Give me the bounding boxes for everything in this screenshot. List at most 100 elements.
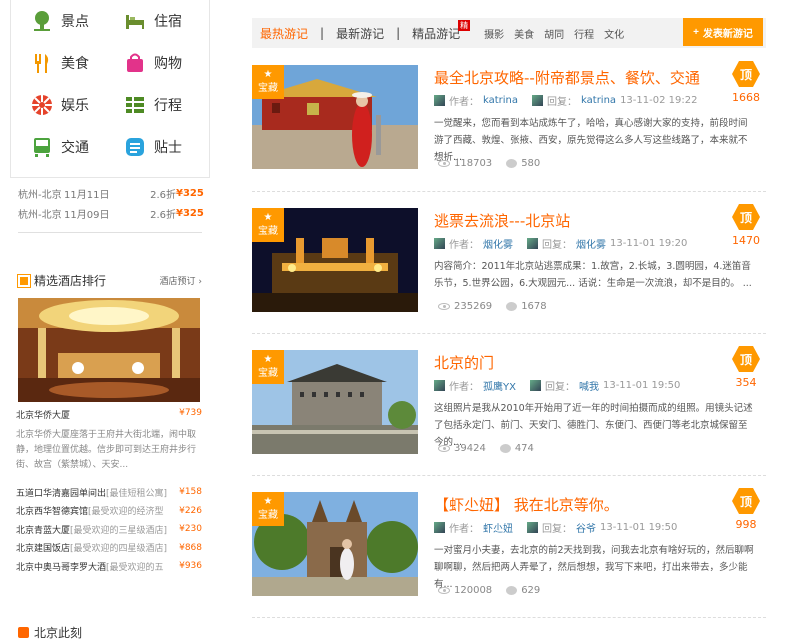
hotel-featured-row[interactable]: 北京华侨大厦 ¥739 <box>16 408 202 421</box>
upvote-button[interactable]: 顶 <box>732 346 760 372</box>
treasure-ribbon: ★ 宝藏 <box>252 208 284 242</box>
post-travelogue-label: 发表新游记 <box>702 28 753 40</box>
travelogue-post: ★ 宝藏 最全北京攻略--附帝都景点、餐饮、交通 顶 1668 作者： katri… <box>252 61 766 205</box>
filter-hutong[interactable]: 胡同 <box>544 26 564 41</box>
plus-icon: + <box>693 26 699 38</box>
post-stats: 235269 1678 <box>438 301 547 312</box>
post-title[interactable]: 【虾尐妞】 我在北京等你。 <box>434 494 619 515</box>
category-lodging[interactable]: 住宿 <box>124 10 182 32</box>
flight-row[interactable]: 杭州-北京 11月11日 2.6折 ¥325 <box>18 183 204 203</box>
category-food[interactable]: 美食 <box>31 52 89 74</box>
upvote-button[interactable]: 顶 <box>732 488 760 514</box>
filter-photography[interactable]: 摄影 <box>484 26 504 41</box>
post-divider <box>252 191 766 192</box>
author-link[interactable]: 孤鹰YX <box>483 378 516 393</box>
tab-featured-label: 精品游记 <box>412 26 461 41</box>
comment-icon <box>506 586 518 595</box>
flight-discount: 2.6折 <box>150 209 176 221</box>
upvote-button[interactable]: 顶 <box>732 204 760 230</box>
hotel-featured-image[interactable] <box>18 298 200 402</box>
hotel-list-item[interactable]: 北京西华智德宾馆[最受欢迎的经济型 ¥226 <box>16 502 202 521</box>
flight-deals: 杭州-北京 11月11日 2.6折 ¥325 杭州-北京 11月09日 2.6折… <box>18 183 204 223</box>
hotel-featured-name: 北京华侨大厦 <box>16 411 71 421</box>
filter-itinerary[interactable]: 行程 <box>574 26 594 41</box>
divider <box>18 232 202 233</box>
post-thumbnail[interactable]: ★ 宝藏 <box>252 350 418 454</box>
hotel-price: ¥226 <box>179 505 202 516</box>
treasure-label: 宝藏 <box>258 83 278 94</box>
list-icon <box>126 97 144 113</box>
post-travelogue-button[interactable]: + 发表新游记 <box>683 18 763 46</box>
author-link[interactable]: 虾尐妞 <box>483 520 513 535</box>
hotel-lobby-photo <box>18 298 200 402</box>
hotel-featured-price: ¥739 <box>179 408 202 418</box>
replier-link[interactable]: 谷爷 <box>576 520 596 535</box>
hotel-list-item[interactable]: 北京建国饭店[最受欢迎的四星级酒店] ¥868 <box>16 539 202 558</box>
tab-hottest[interactable]: 最热游记 <box>260 25 308 42</box>
upvote-count: 998 <box>735 518 757 531</box>
category-shopping[interactable]: 购物 <box>124 52 182 74</box>
post-title[interactable]: 北京的门 <box>434 352 494 373</box>
post-divider <box>252 617 766 618</box>
author-link[interactable]: 烟化雾 <box>483 236 513 251</box>
tree-icon <box>34 11 50 31</box>
flight-date: 11月11日 <box>64 189 110 201</box>
upvote-count: 1668 <box>732 91 760 104</box>
author-label: 作者： <box>449 97 479 108</box>
tab-separator: | <box>320 26 325 40</box>
post-thumbnail[interactable]: ★ 宝藏 <box>252 208 418 312</box>
shopping-bag-icon <box>127 53 143 72</box>
category-label: 住宿 <box>154 14 182 30</box>
hotel-ranking-header: 精选酒店排行 酒店预订 › <box>17 272 202 289</box>
comment-icon <box>506 159 518 168</box>
eye-icon <box>438 303 450 310</box>
category-tips[interactable]: 贴士 <box>124 136 182 158</box>
comment-count: 474 <box>514 443 534 454</box>
replier-link[interactable]: katrina <box>581 95 616 106</box>
beijing-now-header: 北京此刻 <box>18 624 82 641</box>
replier-link[interactable]: 烟化雾 <box>576 236 606 251</box>
post-stats: 120008 629 <box>438 585 540 596</box>
category-itinerary[interactable]: 行程 <box>124 94 182 116</box>
hotel-list-item[interactable]: 北京中奥马哥孛罗大酒[最受欢迎的五 ¥936 <box>16 557 202 576</box>
hotel-tag: [最受欢迎的经济型 <box>88 507 164 518</box>
train-icon <box>34 138 50 157</box>
hotel-icon <box>17 273 31 288</box>
travelogue-post: ★ 宝藏 北京的门 顶 354 作者： 孤鹰YX 回复： 喊我 13-11-01 … <box>252 346 766 490</box>
treasure-ribbon: ★ 宝藏 <box>252 350 284 384</box>
author-link[interactable]: katrina <box>483 95 518 106</box>
category-label: 美食 <box>61 56 89 72</box>
tab-featured[interactable]: 精品游记精 <box>412 19 471 42</box>
featured-badge: 精 <box>458 19 471 31</box>
post-thumbnail[interactable]: ★ 宝藏 <box>252 65 418 169</box>
hotel-tag: [最受欢迎的四星级酒店] <box>70 544 168 555</box>
hotel-list-item[interactable]: 北京青蓝大厦[最受欢迎的三星级酒店] ¥230 <box>16 520 202 539</box>
post-excerpt: 内容简介：2011年北京站逃票成果：1.故宫，2.长城，3.圆明园，4.迷笛音乐… <box>434 261 752 289</box>
flight-price: ¥325 <box>176 187 204 199</box>
post-title[interactable]: 最全北京攻略--附帝都景点、餐饮、交通 <box>434 67 700 88</box>
post-thumbnail[interactable]: ★ 宝藏 <box>252 492 418 596</box>
eye-icon <box>438 445 450 452</box>
hotel-name: 北京西华智德宾馆 <box>16 507 89 518</box>
tab-newest[interactable]: 最新游记 <box>336 25 384 42</box>
upvote-count: 1470 <box>732 234 760 247</box>
category-entertainment[interactable]: 娱乐 <box>31 94 89 116</box>
filter-food[interactable]: 美食 <box>514 26 534 41</box>
tab-separator: | <box>396 26 401 40</box>
hotel-name: 北京中奥马哥孛罗大酒 <box>16 562 107 573</box>
hotel-list-item[interactable]: 五道口华清嘉园单间出[最佳短租公寓] ¥158 <box>16 483 202 502</box>
hotel-ranking-title: 精选酒店排行 <box>17 272 106 289</box>
category-transport[interactable]: 交通 <box>31 136 89 158</box>
upvote-button[interactable]: 顶 <box>732 61 760 87</box>
star-icon: ★ <box>263 354 273 365</box>
post-title[interactable]: 逃票去流浪---北京站 <box>434 210 570 231</box>
hotel-booking-link[interactable]: 酒店预订 › <box>160 274 202 287</box>
post-divider <box>252 475 766 476</box>
avatar <box>529 380 541 391</box>
view-count: 118703 <box>454 158 493 169</box>
category-sights[interactable]: 景点 <box>31 10 89 32</box>
category-label: 娱乐 <box>61 98 89 114</box>
flight-row[interactable]: 杭州-北京 11月09日 2.6折 ¥325 <box>18 203 204 223</box>
filter-culture[interactable]: 文化 <box>604 26 624 41</box>
replier-link[interactable]: 喊我 <box>579 378 599 393</box>
